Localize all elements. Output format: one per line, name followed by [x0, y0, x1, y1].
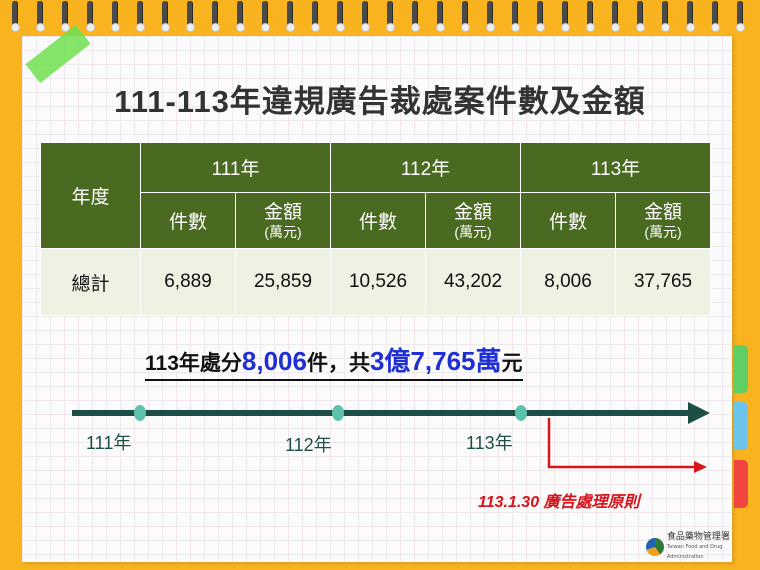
count-header: 件數	[330, 192, 427, 249]
page-title: 111-113年違規廣告裁處案件數及金額	[114, 84, 646, 119]
total-label: 總計	[40, 248, 141, 316]
fda-logo-icon	[646, 538, 664, 556]
table-cell: 8,006	[520, 248, 617, 316]
principle-label: 113.1.30 廣告處理原則	[478, 494, 640, 511]
table-cell: 25,859	[234, 248, 332, 316]
amount-header: 金額 (萬元)	[425, 192, 522, 249]
year-header-112: 112年	[330, 142, 522, 193]
count-header: 件數	[140, 192, 236, 249]
table-cell: 43,202	[425, 248, 522, 316]
timeline-label-112: 112年	[285, 435, 332, 455]
fda-logo: 食品藥物管理署 Taiwan Food and Drug Administrati…	[646, 532, 760, 562]
summary-cases: 8,006	[241, 346, 307, 376]
timeline-label-111: 111年	[86, 433, 132, 453]
year-header-113: 113年	[520, 142, 712, 193]
count-header: 件數	[520, 192, 617, 249]
ring-binding	[0, 0, 760, 32]
table-cell: 6,889	[140, 248, 236, 316]
amount-header: 金額 (萬元)	[234, 192, 332, 249]
table-row-total: 總計 6,889 25,859 10,526 43,202 8,006 37,7…	[40, 248, 712, 316]
stats-table: 年度 111年 112年 113年 件數 金額 (萬元) 件數 金額 (萬元) 件數…	[40, 142, 712, 316]
timeline-label-113: 113年	[466, 433, 513, 453]
summary-line: 113年處分8,006件，共3億7,765萬元	[145, 341, 523, 381]
row-header-year: 年度	[40, 142, 141, 249]
table-cell: 10,526	[330, 248, 427, 316]
amount-header: 金額 (萬元)	[615, 192, 712, 249]
side-tab-blue[interactable]	[734, 402, 748, 450]
year-header-111: 111年	[139, 142, 332, 193]
side-tab-red[interactable]	[734, 460, 748, 508]
side-tab-green[interactable]	[734, 345, 748, 393]
summary-amount: 3億7,765萬	[369, 346, 502, 376]
table-cell: 37,765	[615, 248, 712, 316]
